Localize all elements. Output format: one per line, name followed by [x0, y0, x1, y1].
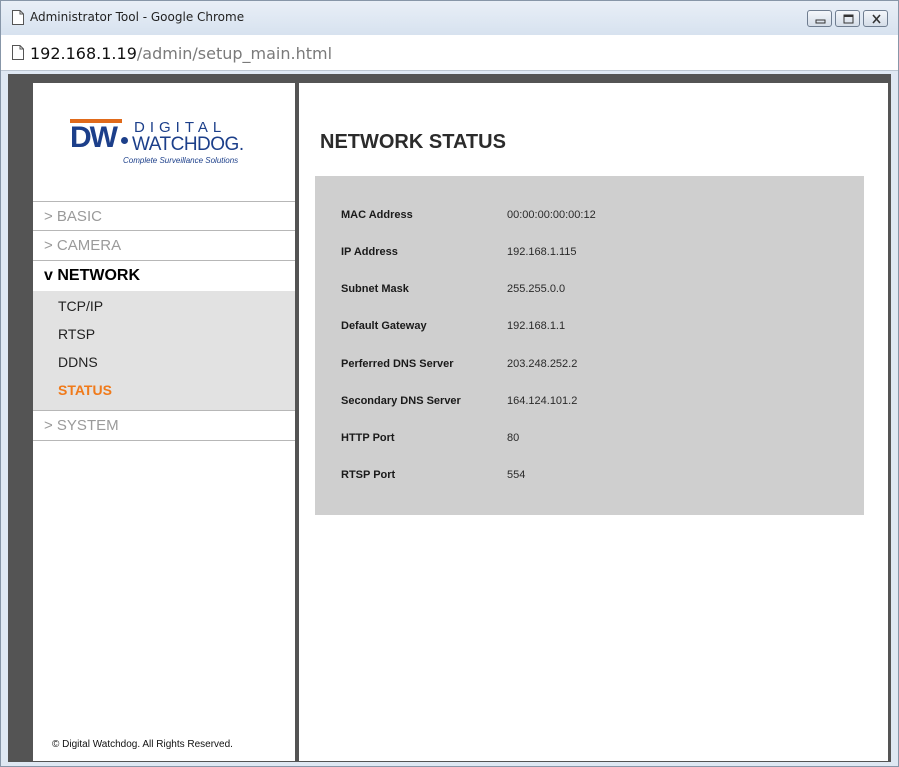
- sidebar-item-basic[interactable]: > BASIC: [33, 201, 295, 231]
- status-value: 164.124.101.2: [507, 395, 578, 407]
- page-title: NETWORK STATUS: [320, 131, 506, 153]
- subnav-item-rtsp[interactable]: RTSP: [58, 321, 295, 349]
- network-submenu: TCP/IP RTSP DDNS STATUS: [33, 291, 295, 411]
- address-bar[interactable]: 192.168.1.19/admin/setup_main.html: [1, 35, 898, 71]
- title-bar: Administrator Tool - Google Chrome: [1, 1, 898, 35]
- close-button[interactable]: [863, 10, 888, 27]
- window-title: Administrator Tool - Google Chrome: [30, 10, 245, 24]
- logo-tagline: Complete Surveillance Solutions: [123, 156, 239, 165]
- window-controls: [807, 10, 888, 27]
- digital-watchdog-logo: DW DIGITAL WATCHDOG. Complete Surveillan…: [70, 117, 245, 177]
- page-viewport: DW DIGITAL WATCHDOG. Complete Surveillan…: [8, 74, 891, 762]
- sidebar-item-system[interactable]: > SYSTEM: [33, 411, 295, 441]
- minimize-icon: [815, 19, 826, 24]
- logo-mark: DW: [70, 121, 118, 154]
- status-label: Subnet Mask: [341, 283, 409, 295]
- url-host: 192.168.1.19: [30, 44, 137, 63]
- logo-dot: [121, 137, 128, 144]
- status-value: 80: [507, 432, 520, 444]
- url-path: /admin/setup_main.html: [136, 44, 333, 63]
- subnav-item-ddns[interactable]: DDNS: [58, 349, 295, 377]
- subnav-item-tcpip[interactable]: TCP/IP: [58, 293, 295, 321]
- page-icon: [12, 10, 24, 25]
- status-label: Perferred DNS Server: [341, 358, 454, 370]
- page-icon: [12, 45, 24, 60]
- status-label: MAC Address: [341, 209, 413, 221]
- status-label: Secondary DNS Server: [341, 395, 461, 407]
- maximize-button[interactable]: [835, 10, 860, 27]
- sidebar-item-network[interactable]: v NETWORK: [33, 261, 295, 291]
- minimize-button[interactable]: [807, 10, 832, 27]
- browser-window: Administrator Tool - Google Chrome 192.1…: [0, 0, 899, 767]
- url-text[interactable]: 192.168.1.19/admin/setup_main.html: [30, 44, 332, 63]
- status-value: 203.248.252.2: [507, 358, 578, 370]
- status-label: RTSP Port: [341, 469, 396, 481]
- status-label: HTTP Port: [341, 432, 395, 444]
- status-value: 00:00:00:00:00:12: [507, 209, 596, 221]
- status-value: 255.255.0.0: [507, 283, 566, 295]
- status-label: IP Address: [341, 246, 398, 258]
- logo-line2: WATCHDOG.: [132, 134, 244, 155]
- status-value: 554: [507, 469, 526, 481]
- copyright-text: © Digital Watchdog. All Rights Reserved.: [52, 739, 233, 750]
- close-icon: [872, 14, 881, 24]
- sidebar: DW DIGITAL WATCHDOG. Complete Surveillan…: [33, 83, 295, 761]
- maximize-icon: [843, 14, 854, 24]
- status-label: Default Gateway: [341, 320, 427, 332]
- sidebar-nav: > BASIC > CAMERA v NETWORK TCP/IP RTSP D…: [33, 201, 295, 441]
- status-value: 192.168.1.115: [507, 246, 577, 258]
- network-status-panel: MAC Address 00:00:00:00:00:12 IP Address…: [315, 176, 864, 515]
- sidebar-item-camera[interactable]: > CAMERA: [33, 231, 295, 261]
- status-value: 192.168.1.1: [507, 320, 566, 332]
- main-content: NETWORK STATUS MAC Address 00:00:00:00:0…: [299, 83, 888, 761]
- subnav-item-status[interactable]: STATUS: [58, 377, 295, 405]
